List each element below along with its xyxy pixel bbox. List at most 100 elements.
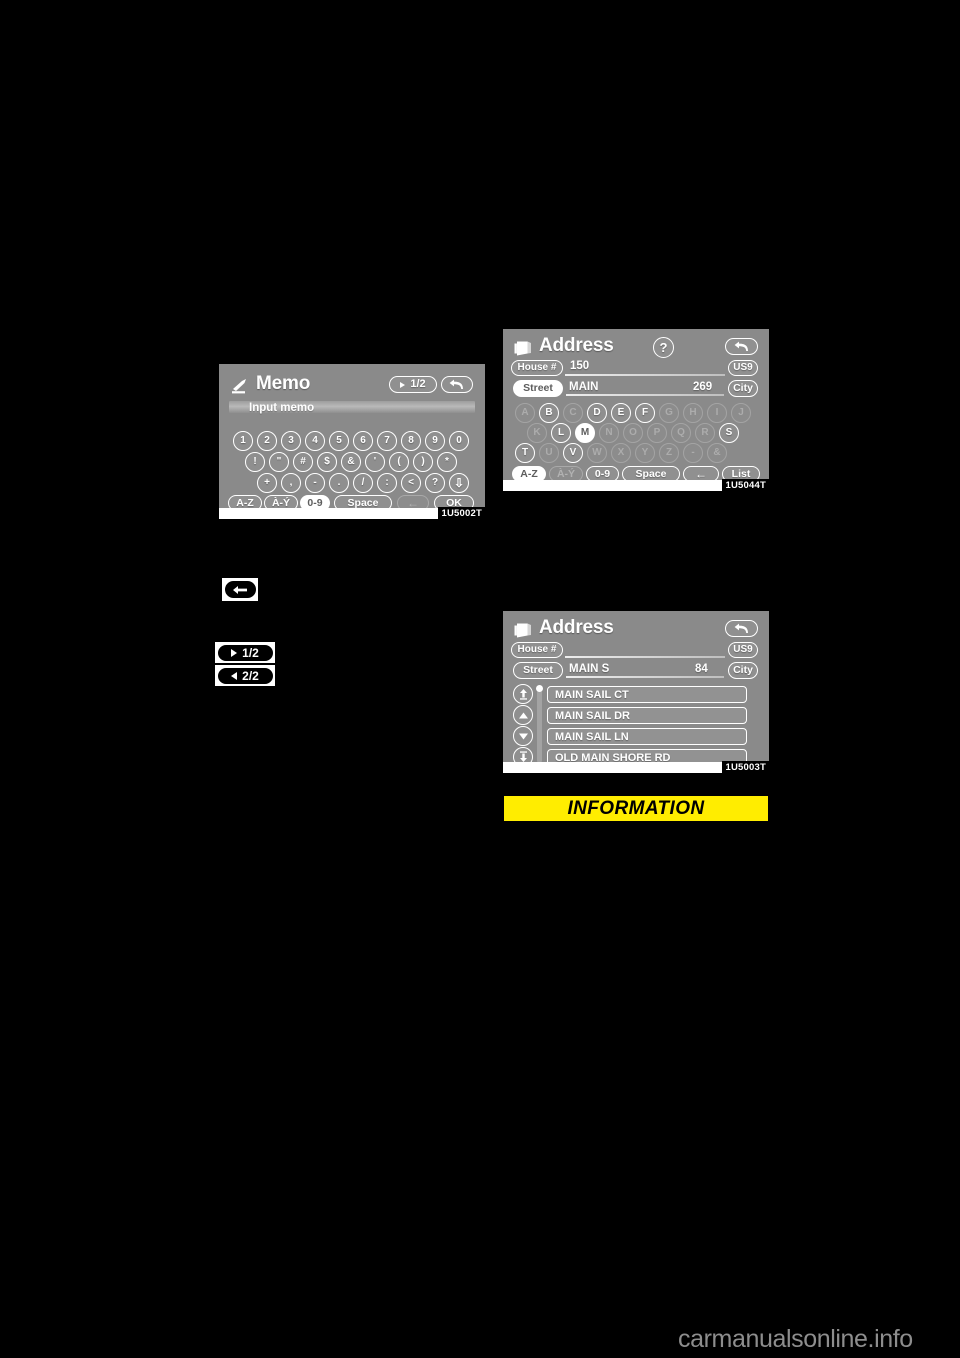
memo-key-8[interactable]: 8 <box>401 431 421 451</box>
page-back-button[interactable]: 2/2 <box>216 666 274 685</box>
address-house-number-value: 150 <box>570 360 590 372</box>
address-key-t[interactable]: T <box>515 443 535 463</box>
address-key-g[interactable]: G <box>659 403 679 423</box>
manual-page: Memo 1/2 Input memo 1 2 3 4 5 6 7 8 9 0 … <box>0 0 960 1358</box>
street-list-match-count: 84 <box>695 663 708 675</box>
memo-key-paren-close[interactable]: ) <box>413 452 433 472</box>
list-scrollbar[interactable] <box>537 689 542 763</box>
address-key-b[interactable]: B <box>539 403 559 423</box>
memo-input-placeholder: Input memo <box>249 402 315 414</box>
address-screen-title: Address <box>539 335 614 356</box>
memo-key-7[interactable]: 7 <box>377 431 397 451</box>
address-key-r[interactable]: R <box>695 423 715 443</box>
address-state-button[interactable]: US9 <box>728 360 758 376</box>
memo-pen-icon <box>231 378 250 394</box>
scroll-up-icon[interactable] <box>513 705 533 725</box>
address-key-h[interactable]: H <box>683 403 703 423</box>
scroll-down-icon[interactable] <box>513 726 533 746</box>
memo-key-slash[interactable]: / <box>353 473 373 493</box>
list-item[interactable]: MAIN SAIL LN <box>547 728 747 745</box>
memo-key-question[interactable]: ? <box>425 473 445 493</box>
address-back-button[interactable] <box>725 338 758 355</box>
page-back-label: 2/2 <box>242 668 259 683</box>
address-house-number-line <box>565 374 725 376</box>
address-key-z[interactable]: Z <box>659 443 679 463</box>
return-arrow-icon <box>734 341 750 353</box>
page-forward-callout: 1/2 <box>215 642 275 663</box>
right-triangle-icon <box>400 381 406 388</box>
page-up-icon[interactable] <box>513 684 533 704</box>
address-book-icon <box>514 340 533 356</box>
address-key-o[interactable]: O <box>623 423 643 443</box>
memo-key-exclaim[interactable]: ! <box>245 452 265 472</box>
address-key-ampersand[interactable]: & <box>707 443 727 463</box>
address-key-n[interactable]: N <box>599 423 619 443</box>
address-street-button[interactable]: Street <box>513 380 563 397</box>
back-arrow-icon[interactable] <box>223 580 257 599</box>
memo-key-asterisk[interactable]: * <box>437 452 457 472</box>
address-key-hyphen[interactable]: - <box>683 443 703 463</box>
address-key-l[interactable]: L <box>551 423 571 443</box>
address-key-d[interactable]: D <box>587 403 607 423</box>
list-scrollbar-thumb[interactable] <box>536 685 543 692</box>
address-key-a[interactable]: A <box>515 403 535 423</box>
memo-key-apostrophe[interactable]: ' <box>365 452 385 472</box>
street-list-street-button[interactable]: Street <box>513 662 563 679</box>
memo-key-dollar[interactable]: $ <box>317 452 337 472</box>
address-key-x[interactable]: X <box>611 443 631 463</box>
memo-key-colon[interactable]: : <box>377 473 397 493</box>
memo-key-period[interactable]: . <box>329 473 349 493</box>
address-key-f[interactable]: F <box>635 403 655 423</box>
address-key-i[interactable]: I <box>707 403 727 423</box>
memo-key-5[interactable]: 5 <box>329 431 349 451</box>
address-key-u[interactable]: U <box>539 443 559 463</box>
address-key-j[interactable]: J <box>731 403 751 423</box>
memo-screen-title: Memo <box>256 373 311 394</box>
address-key-y[interactable]: Y <box>635 443 655 463</box>
address-street-list-screen: Address House # US9 Street MAIN S 84 Cit… <box>503 611 769 774</box>
memo-key-hyphen[interactable]: - <box>305 473 325 493</box>
address-key-w[interactable]: W <box>587 443 607 463</box>
address-key-q[interactable]: Q <box>671 423 691 443</box>
memo-keyboard-screen: Memo 1/2 Input memo 1 2 3 4 5 6 7 8 9 0 … <box>219 364 485 520</box>
memo-key-quote[interactable]: " <box>269 452 289 472</box>
list-item[interactable]: MAIN SAIL CT <box>547 686 747 703</box>
address-key-e[interactable]: E <box>611 403 631 423</box>
memo-key-6[interactable]: 6 <box>353 431 373 451</box>
memo-key-0[interactable]: 0 <box>449 431 469 451</box>
memo-key-4[interactable]: 4 <box>305 431 325 451</box>
street-list-title: Address <box>539 617 614 638</box>
address-key-m[interactable]: M <box>575 423 595 443</box>
street-list-city-button[interactable]: City <box>728 662 758 679</box>
memo-key-ampersand[interactable]: & <box>341 452 361 472</box>
memo-key-2[interactable]: 2 <box>257 431 277 451</box>
address-keyboard-screen: Address ? House # 150 US9 Street MAIN 26… <box>503 329 769 492</box>
address-city-button[interactable]: City <box>728 380 758 397</box>
memo-key-3[interactable]: 3 <box>281 431 301 451</box>
memo-key-9[interactable]: 9 <box>425 431 445 451</box>
address-key-v[interactable]: V <box>563 443 583 463</box>
list-item[interactable]: MAIN SAIL DR <box>547 707 747 724</box>
address-house-number-button[interactable]: House # <box>511 360 563 376</box>
memo-page-button[interactable]: 1/2 <box>389 376 437 393</box>
address-key-p[interactable]: P <box>647 423 667 443</box>
address-street-match-count: 269 <box>693 381 713 393</box>
street-list-back-button[interactable] <box>725 620 758 637</box>
memo-key-1[interactable]: 1 <box>233 431 253 451</box>
address-key-k[interactable]: K <box>527 423 547 443</box>
memo-key-comma[interactable]: , <box>281 473 301 493</box>
address-key-c[interactable]: C <box>563 403 583 423</box>
right-triangle-icon <box>231 648 238 657</box>
memo-key-hash[interactable]: # <box>293 452 313 472</box>
memo-key-paren-open[interactable]: ( <box>389 452 409 472</box>
street-list-house-number-button[interactable]: House # <box>511 642 563 658</box>
street-list-state-button[interactable]: US9 <box>728 642 758 658</box>
memo-back-button[interactable] <box>441 376 473 393</box>
address-help-button[interactable]: ? <box>653 337 674 358</box>
address-key-s[interactable]: S <box>719 423 739 443</box>
address-street-value: MAIN <box>569 381 599 393</box>
memo-key-less[interactable]: < <box>401 473 421 493</box>
memo-key-plus[interactable]: + <box>257 473 277 493</box>
page-forward-button[interactable]: 1/2 <box>216 643 274 662</box>
memo-key-more-symbols-icon[interactable]: ⇩ <box>449 473 469 493</box>
